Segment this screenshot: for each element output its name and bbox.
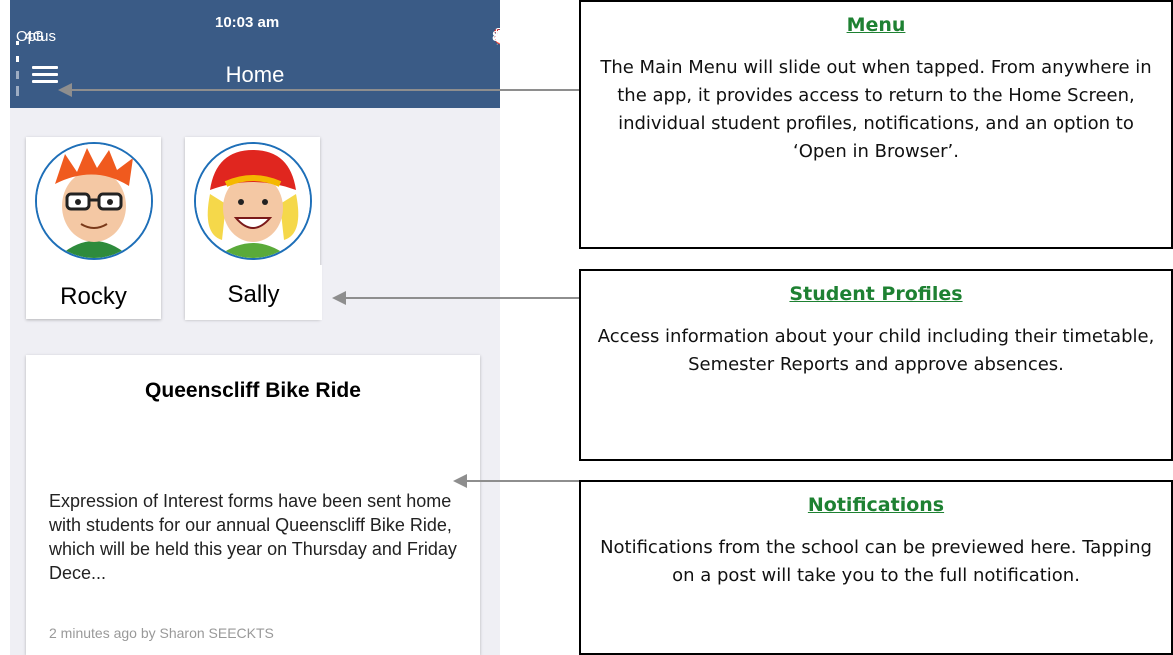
callout-menu: Menu The Main Menu will slide out when t…	[579, 0, 1173, 249]
callout-title: Menu	[846, 14, 906, 36]
app-header: Optus 4G 10:03 am ⏰ ✱ 83% Home	[10, 0, 500, 108]
phone-screen: Optus 4G 10:03 am ⏰ ✱ 83% Home	[10, 0, 500, 655]
status-bar: Optus 4G 10:03 am ⏰ ✱ 83%	[10, 0, 500, 96]
student-name: Sally	[227, 281, 280, 308]
callout-title: Student Profiles	[789, 283, 963, 305]
notification-card[interactable]: Queenscliff Bike Ride Expression of Inte…	[26, 355, 480, 655]
callout-text: Access information about your child incl…	[597, 326, 1155, 375]
notifications-arrow	[453, 474, 579, 488]
battery-icon	[496, 28, 500, 42]
avatar	[194, 142, 312, 260]
avatar	[35, 142, 153, 260]
profiles-arrow	[332, 291, 579, 305]
notification-title: Queenscliff Bike Ride	[145, 379, 361, 402]
callout-student-profiles: Student Profiles Access information abou…	[579, 269, 1173, 461]
carrier-info: Optus 4G	[16, 14, 56, 96]
notification-meta: 2 minutes ago by Sharon SEECKTS	[49, 625, 274, 641]
network-type: 4G	[24, 28, 45, 45]
student-name: Rocky	[60, 283, 127, 310]
student-name-panel: Sally	[185, 265, 322, 320]
student-card-rocky[interactable]: Rocky	[26, 137, 161, 319]
page-title: Home	[225, 62, 285, 87]
status-time: 10:03 am	[215, 14, 280, 31]
callout-text: Notifications from the school can be pre…	[600, 537, 1152, 586]
notification-body: Expression of Interest forms have been s…	[49, 491, 457, 583]
callout-notifications: Notifications Notifications from the sch…	[579, 480, 1173, 655]
callout-title: Notifications	[807, 494, 945, 516]
menu-arrow	[58, 83, 579, 97]
callout-text: The Main Menu will slide out when tapped…	[600, 57, 1152, 162]
